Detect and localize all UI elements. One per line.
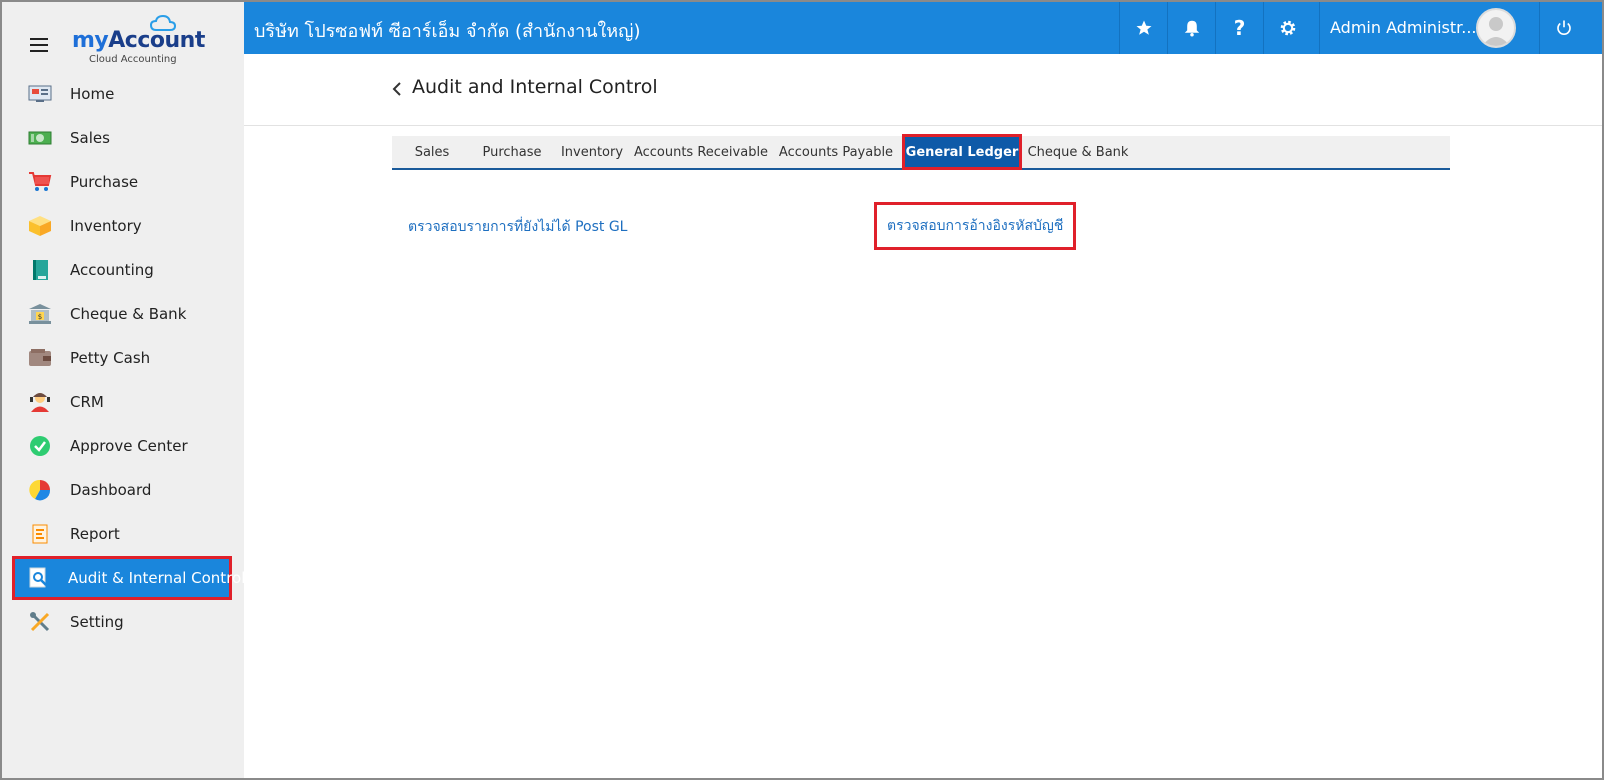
sidebar-item-cheque-bank[interactable]: $ Cheque & Bank [12, 292, 232, 336]
sidebar-item-home[interactable]: Home [12, 72, 232, 116]
svg-text:$: $ [38, 313, 42, 321]
check-unposted-gl-link[interactable]: ตรวจสอบรายการที่ยังไม่ได้ Post GL [408, 216, 627, 238]
page-title: Audit and Internal Control [412, 76, 658, 98]
favorites-button[interactable] [1119, 2, 1167, 54]
company-name: บริษัท โปรซอฟท์ ซีอาร์เอ็ม จำกัด (สำนักง… [254, 21, 641, 42]
sidebar-item-label: Accounting [70, 261, 154, 279]
sidebar-item-label: Sales [70, 129, 110, 147]
report-icon [28, 523, 52, 545]
page-header: Audit and Internal Control [244, 54, 1602, 126]
hamburger-menu-icon[interactable] [30, 38, 48, 52]
cart-icon [28, 171, 52, 193]
sidebar-item-audit-internal-control[interactable]: Audit & Internal Control [12, 556, 245, 600]
chevron-left-icon[interactable] [390, 80, 404, 98]
tab-accounts-payable[interactable]: Accounts Payable [776, 136, 896, 168]
logo[interactable]: myAccount Cloud Accounting [72, 14, 205, 66]
sidebar-item-label: CRM [70, 393, 104, 411]
sidebar-item-label: Cheque & Bank [70, 305, 187, 323]
user-name: Admin Administr... [1330, 18, 1477, 37]
sales-icon [28, 127, 52, 149]
bell-icon [1184, 20, 1199, 37]
logo-subtitle: Cloud Accounting [89, 54, 177, 65]
help-button[interactable]: ? [1215, 2, 1263, 54]
sidebar-item-report[interactable]: Report [12, 512, 232, 556]
sidebar-item-purchase[interactable]: Purchase [12, 160, 232, 204]
avatar [1476, 8, 1516, 48]
tab-sales[interactable]: Sales [400, 136, 464, 168]
sidebar-item-approve-center[interactable]: Approve Center [12, 424, 232, 468]
sidebar-item-petty-cash[interactable]: Petty Cash [12, 336, 232, 380]
sidebar-item-accounting[interactable]: Accounting [12, 248, 232, 292]
sidebar-item-inventory[interactable]: Inventory [12, 204, 232, 248]
tab-cheque-bank[interactable]: Cheque & Bank [1028, 136, 1129, 168]
sidebar-item-label: Approve Center [70, 437, 188, 455]
sidebar-item-label: Home [70, 85, 115, 103]
star-icon [1136, 20, 1151, 35]
tab-inventory[interactable]: Inventory [556, 136, 628, 168]
sidebar-item-crm[interactable]: CRM [12, 380, 232, 424]
power-icon [1556, 20, 1571, 35]
tab-purchase[interactable]: Purchase [472, 136, 552, 168]
settings-button[interactable] [1263, 2, 1311, 54]
check-account-code-reference-link[interactable]: ตรวจสอบการอ้างอิงรหัสบัญชี [874, 202, 1077, 250]
book-icon [28, 259, 52, 281]
tab-general-ledger[interactable]: General Ledger [902, 134, 1022, 170]
bank-icon: $ [28, 303, 52, 325]
sidebar-item-label: Purchase [70, 173, 139, 191]
sidebar-item-label: Audit & Internal Control [68, 569, 246, 587]
home-icon [28, 83, 52, 105]
logo-text: myAccount [72, 28, 205, 53]
help-icon: ? [1233, 16, 1246, 40]
pie-chart-icon [28, 479, 52, 501]
sidebar-item-dashboard[interactable]: Dashboard [12, 468, 232, 512]
sidebar-item-sales[interactable]: Sales [12, 116, 232, 160]
top-bar: บริษัท โปรซอฟท์ ซีอาร์เอ็ม จำกัด (สำนักง… [244, 2, 1602, 54]
user-menu[interactable]: Admin Administr... [1319, 2, 1539, 54]
sidebar-item-label: Report [70, 525, 120, 543]
sidebar-item-label: Petty Cash [70, 349, 151, 367]
crm-icon [28, 391, 52, 413]
audit-icon [28, 567, 50, 589]
check-circle-icon [28, 435, 52, 457]
app-window: myAccount Cloud Accounting Home Sales Pu… [0, 0, 1604, 780]
brand: myAccount Cloud Accounting [2, 2, 244, 70]
tab-accounts-receivable[interactable]: Accounts Receivable [634, 136, 768, 168]
tools-icon [28, 611, 52, 633]
sidebar-item-label: Inventory [70, 217, 142, 235]
box-icon [28, 215, 52, 237]
sidebar: myAccount Cloud Accounting Home Sales Pu… [2, 2, 245, 778]
wallet-icon [28, 347, 52, 369]
logout-button[interactable] [1539, 2, 1587, 54]
sidebar-item-label: Setting [70, 613, 124, 631]
gear-icon [1280, 20, 1295, 36]
notifications-button[interactable] [1167, 2, 1215, 54]
tab-bar: Sales Purchase Inventory Accounts Receiv… [392, 134, 1450, 170]
sidebar-menu: Home Sales Purchase Inventory Accounting… [12, 72, 245, 644]
sidebar-item-label: Dashboard [70, 481, 152, 499]
sidebar-item-setting[interactable]: Setting [12, 600, 232, 644]
